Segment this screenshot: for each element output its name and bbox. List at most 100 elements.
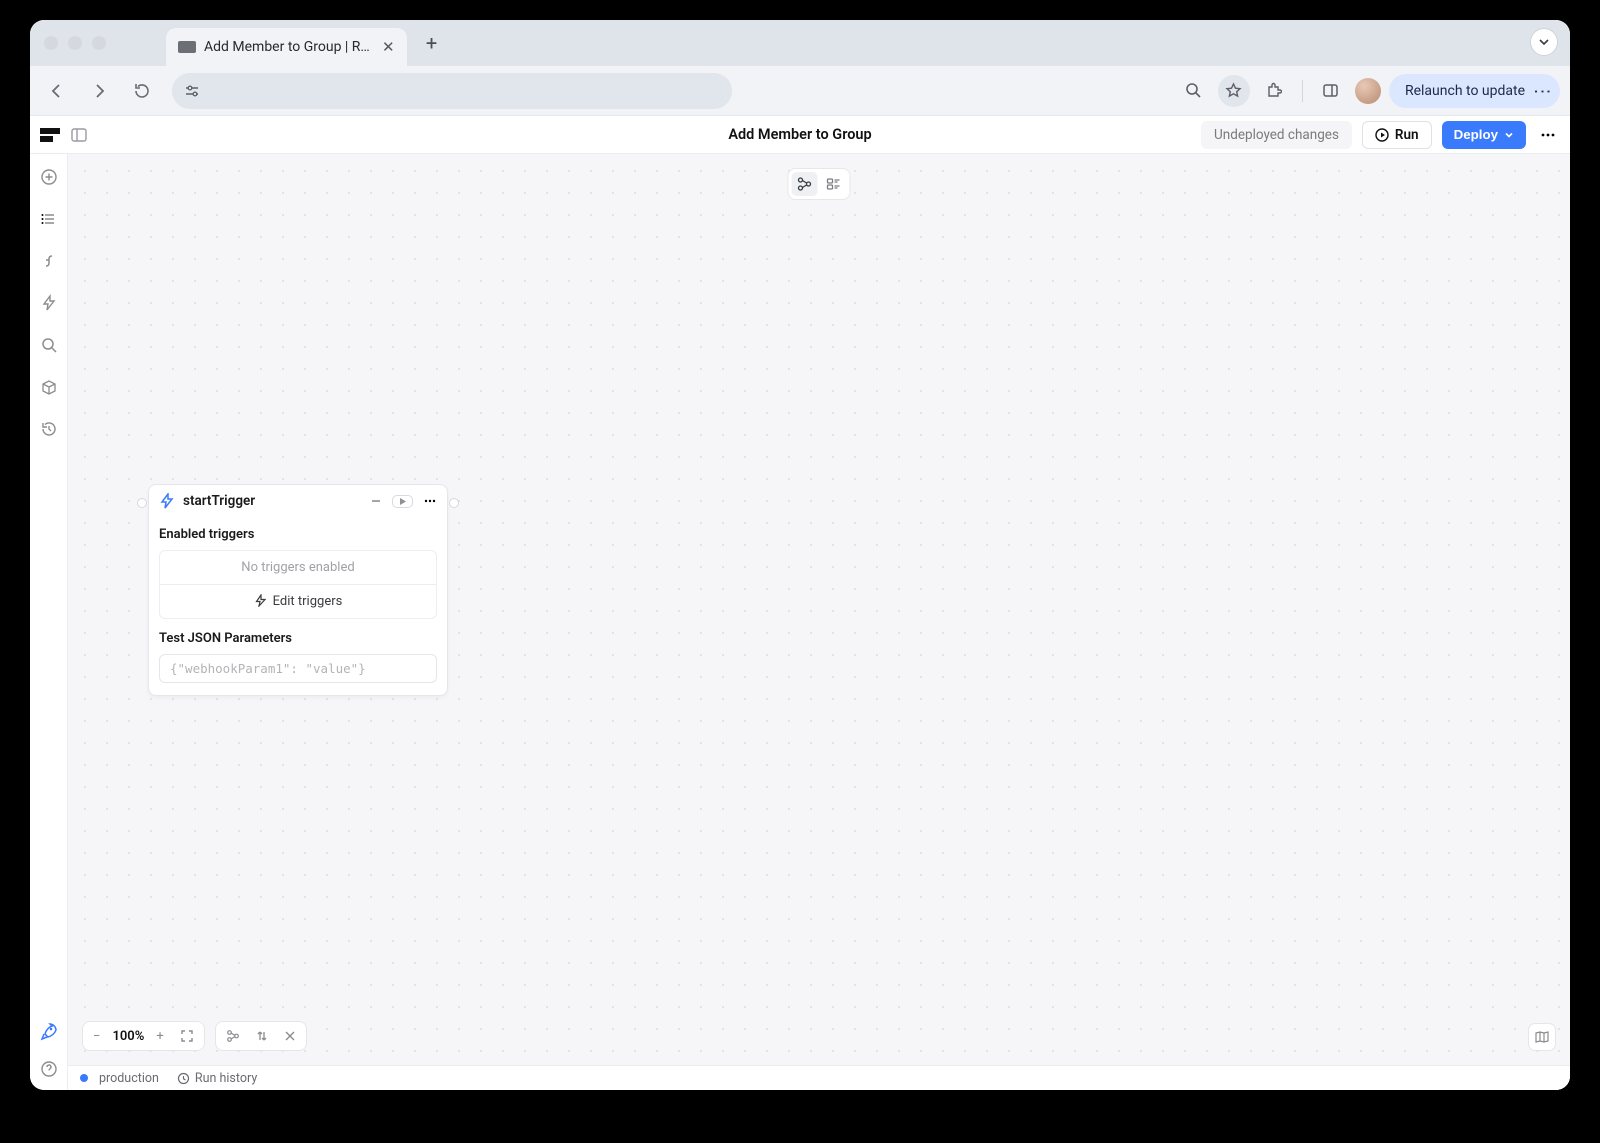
map-icon <box>1534 1029 1550 1045</box>
extensions-button[interactable] <box>1258 75 1290 107</box>
run-button[interactable]: Run <box>1362 121 1432 149</box>
browser-toolbar: Relaunch to update ⋮ <box>30 66 1570 116</box>
left-panel-toggle[interactable] <box>70 126 88 144</box>
close-panel-button[interactable] <box>280 1030 300 1042</box>
rocket-icon <box>39 1022 58 1041</box>
canvas-wrap: startTrigger <box>68 154 1570 1090</box>
view-list-button[interactable] <box>821 172 847 196</box>
sort-button[interactable] <box>252 1029 272 1043</box>
box-icon <box>40 378 58 396</box>
zoom-fit-button[interactable] <box>176 1029 198 1043</box>
browser-tab[interactable]: Add Member to Group | Retoo ✕ <box>166 28 407 66</box>
minimap-button[interactable] <box>1528 1023 1556 1051</box>
rail-search-button[interactable] <box>38 334 60 356</box>
graph-small-icon <box>226 1029 240 1043</box>
section-test-params: Test JSON Parameters <box>159 631 437 646</box>
app-toolbar-left <box>40 126 88 144</box>
arrow-left-icon <box>48 82 66 100</box>
node-run-button[interactable] <box>392 495 413 508</box>
edit-triggers-button[interactable]: Edit triggers <box>159 584 437 619</box>
history-icon <box>40 420 58 438</box>
node-header: startTrigger <box>149 485 447 517</box>
profile-avatar[interactable] <box>1355 78 1381 104</box>
node-more-button[interactable] <box>423 494 437 508</box>
play-small-icon <box>398 497 407 506</box>
nav-back-button[interactable] <box>40 74 74 108</box>
app-logo[interactable] <box>40 128 60 142</box>
auto-layout-button[interactable] <box>222 1029 244 1043</box>
tab-favicon <box>178 41 196 53</box>
traffic-close[interactable] <box>44 36 58 50</box>
deploy-button[interactable]: Deploy <box>1442 121 1526 149</box>
rail-packages-button[interactable] <box>38 376 60 398</box>
node-start-trigger[interactable]: startTrigger <box>148 484 448 696</box>
list-icon <box>40 210 58 228</box>
arrow-right-icon <box>90 82 108 100</box>
node-collapse-button[interactable] <box>370 495 382 507</box>
app-toolbar: Add Member to Group Undeployed changes R… <box>30 116 1570 154</box>
workflow-title: Add Member to Group <box>728 126 871 143</box>
node-name: startTrigger <box>183 493 255 509</box>
app-more-button[interactable] <box>1536 127 1560 143</box>
history-small-icon <box>177 1072 190 1085</box>
sidepanel-button[interactable] <box>1315 75 1347 107</box>
status-environment[interactable]: production <box>80 1071 159 1086</box>
sidepanel-icon <box>1322 82 1339 99</box>
sort-icon <box>256 1029 268 1043</box>
window-controls <box>44 20 166 66</box>
x-icon <box>284 1030 296 1042</box>
app-toolbar-right: Undeployed changes Run Deploy <box>1201 121 1560 149</box>
canvas[interactable]: startTrigger <box>68 154 1570 1065</box>
undeployed-pill[interactable]: Undeployed changes <box>1201 121 1352 149</box>
status-bar: production Run history <box>68 1065 1570 1090</box>
status-dot-icon <box>80 1074 88 1082</box>
relaunch-button[interactable]: Relaunch to update ⋮ <box>1389 74 1560 108</box>
node-body: Enabled triggers No triggers enabled Edi… <box>149 517 447 695</box>
rail-triggers-button[interactable] <box>38 292 60 314</box>
layout-list-icon <box>826 176 842 192</box>
new-tab-button[interactable]: + <box>417 28 447 58</box>
search-icon <box>40 336 58 354</box>
address-bar[interactable] <box>172 73 732 109</box>
rail-add-button[interactable] <box>38 166 60 188</box>
tune-icon <box>184 84 200 98</box>
zoom-controls: − 100% + <box>82 1021 205 1051</box>
tabs-dropdown-button[interactable] <box>1530 28 1558 56</box>
bolt-icon <box>40 294 58 312</box>
play-icon <box>1375 128 1389 142</box>
function-icon <box>40 252 58 270</box>
rail-functions-button[interactable] <box>38 250 60 272</box>
bolt-icon <box>159 493 175 509</box>
tab-close-icon[interactable]: ✕ <box>382 38 395 56</box>
rail-history-button[interactable] <box>38 418 60 440</box>
rail-list-button[interactable] <box>38 208 60 230</box>
dots-icon <box>1540 127 1556 143</box>
zoom-button[interactable] <box>1178 75 1210 107</box>
app: Add Member to Group Undeployed changes R… <box>30 116 1570 1090</box>
zoom-in-button[interactable]: + <box>152 1029 167 1044</box>
rail-help-button[interactable] <box>38 1058 60 1080</box>
nav-reload-button[interactable] <box>124 74 158 108</box>
layout-controls <box>215 1021 307 1051</box>
app-body: startTrigger <box>30 154 1570 1090</box>
kebab-icon: ⋮ <box>1533 82 1551 99</box>
help-icon <box>40 1060 58 1078</box>
view-graph-button[interactable] <box>792 172 818 196</box>
panel-left-icon <box>70 126 88 144</box>
tab-title: Add Member to Group | Retoo <box>204 39 374 55</box>
dots-icon <box>423 494 437 508</box>
status-run-history[interactable]: Run history <box>177 1071 257 1086</box>
bookmark-button[interactable] <box>1218 75 1250 107</box>
traffic-min[interactable] <box>68 36 82 50</box>
test-json-input[interactable] <box>159 654 437 683</box>
traffic-max[interactable] <box>92 36 106 50</box>
zoom-out-button[interactable]: − <box>89 1029 104 1044</box>
window: Add Member to Group | Retoo ✕ + <box>30 20 1570 1090</box>
canvas-controls: − 100% + <box>82 1021 307 1051</box>
chevron-down-icon <box>1504 130 1514 140</box>
star-icon <box>1225 82 1242 99</box>
rail-deploy-button[interactable] <box>38 1020 60 1042</box>
graph-icon <box>797 176 813 192</box>
minus-icon <box>370 495 382 507</box>
nav-forward-button[interactable] <box>82 74 116 108</box>
